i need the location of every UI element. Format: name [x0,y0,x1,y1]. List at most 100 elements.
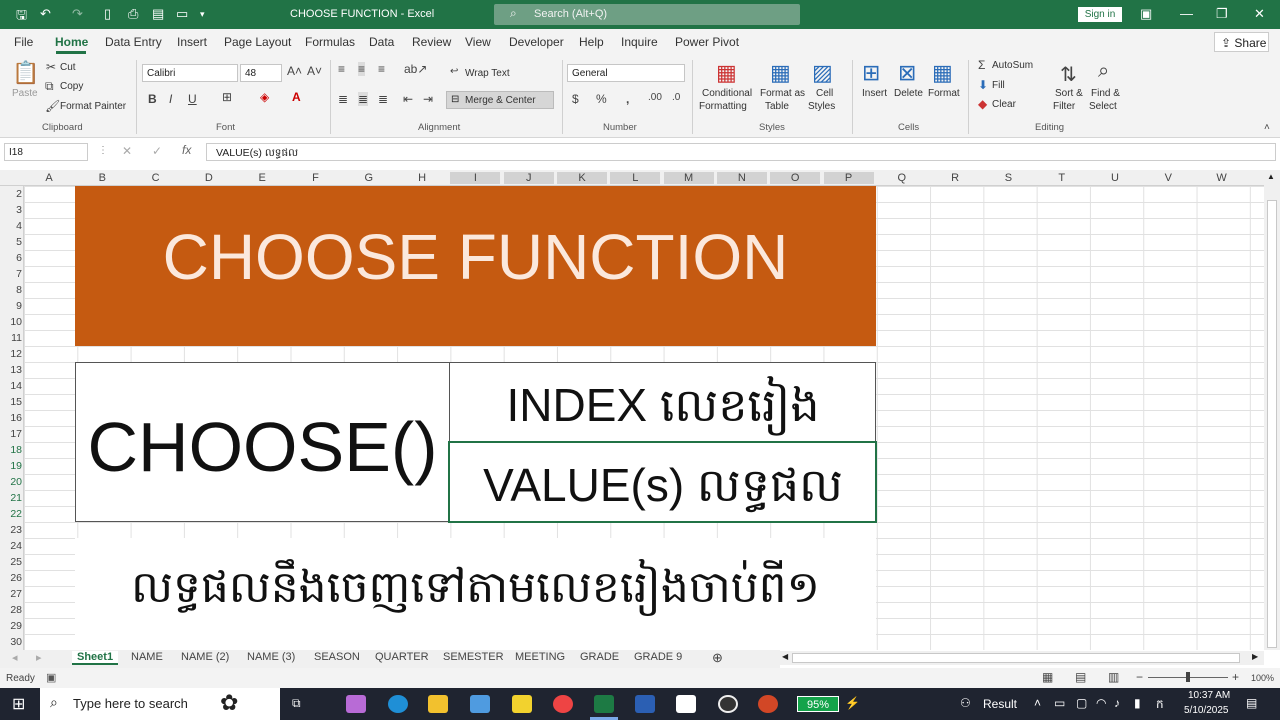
capcut-icon[interactable] [676,695,696,713]
new-file-icon[interactable]: ▯ [104,6,111,22]
normal-view-icon[interactable]: ▦ [1042,670,1053,684]
sheet-tab[interactable]: NAME (3) [247,651,295,663]
decrease-decimal-icon[interactable]: .0 [672,92,680,103]
column-header-v[interactable]: V [1143,172,1193,184]
copy-icon[interactable]: ⧉ [45,79,54,94]
sheet-tab[interactable]: SEMESTER [443,651,504,663]
font-color-icon[interactable]: A [292,90,301,104]
camera-icon[interactable]: ▭ [1054,696,1065,710]
conditional-label[interactable]: Conditional [702,88,752,99]
clock-date[interactable]: 5/10/2025 [1184,705,1229,716]
currency-icon[interactable]: $ [572,92,579,106]
formula-input[interactable]: VALUE(s) លទ្ធផល [206,143,1276,161]
volume-icon[interactable]: ♪ [1114,696,1120,710]
sheet-tab[interactable]: MEETING [515,651,565,663]
autosum-button[interactable]: AutoSum [992,60,1033,71]
fill-button[interactable]: Fill [992,80,1005,91]
row-header-28[interactable]: 28 [0,604,22,616]
insert-function-icon[interactable]: fx [182,143,191,157]
find-select-icon[interactable]: ⌕ [1098,60,1109,83]
tab-developer[interactable]: Developer [509,35,564,49]
sheet-tab[interactable]: SEASON [314,651,360,663]
comma-style-icon[interactable]: , [626,92,629,106]
sheet-tab[interactable]: NAME (2) [181,651,229,663]
styles-label[interactable]: Styles [808,101,835,112]
increase-font-icon[interactable]: A˄ [287,64,302,78]
cut-icon[interactable]: ✂ [46,60,56,74]
tab-page-layout[interactable]: Page Layout [224,35,291,49]
filter-label[interactable]: Filter [1053,101,1075,112]
row-header-12[interactable]: 12 [0,348,22,360]
cut-button[interactable]: Cut [60,62,76,73]
zoom-slider-thumb[interactable] [1186,672,1190,682]
column-header-l[interactable]: L [610,172,661,184]
formatting-label[interactable]: Formatting [699,101,747,112]
row-header-26[interactable]: 26 [0,572,22,584]
copilot-icon[interactable] [346,695,366,713]
row-header-27[interactable]: 27 [0,588,22,600]
tab-help[interactable]: Help [579,35,604,49]
row-header-21[interactable]: 21 [0,492,22,504]
wrap-text-icon[interactable]: ↩ [450,66,458,77]
column-header-i[interactable]: I [450,172,501,184]
column-header-w[interactable]: W [1197,172,1247,184]
align-middle-icon[interactable]: ≡ [358,62,366,76]
underline-icon[interactable]: U [188,92,197,106]
customize-qat-icon[interactable]: ▾ [200,9,205,20]
search-box[interactable]: ⌕ Search (Alt+Q) [494,4,800,25]
scroll-up-icon[interactable]: ▲ [1267,172,1275,181]
edge-icon[interactable] [388,695,408,713]
row-header-7[interactable]: 7 [0,268,22,280]
display-icon[interactable]: ▢ [1076,696,1087,710]
scroll-right-icon[interactable]: ▶ [1252,652,1258,661]
battery-indicator[interactable]: 95% [797,696,839,712]
row-header-15[interactable]: 15 [0,396,22,408]
sheet-tab[interactable]: GRADE 9 [634,651,682,663]
page-layout-icon[interactable]: ▤ [1075,670,1086,684]
wifi-icon[interactable]: ◠ [1096,696,1106,710]
italic-icon[interactable]: I [169,92,172,106]
column-header-t[interactable]: T [1037,172,1087,184]
column-header-e[interactable]: E [237,172,287,184]
column-header-a[interactable]: A [24,172,74,184]
cell-styles-icon[interactable]: ▨ [812,60,833,86]
column-header-c[interactable]: C [131,172,181,184]
vertical-scroll-thumb[interactable] [1267,200,1277,648]
word-icon[interactable] [635,695,655,713]
row-header-30[interactable]: 30 [0,636,22,648]
cell-label[interactable]: Cell [816,88,833,99]
sticky-notes-icon[interactable] [512,695,532,713]
column-header-j[interactable]: J [503,172,554,184]
row-header-19[interactable]: 19 [0,460,22,472]
column-header-n[interactable]: N [716,172,767,184]
taskbar-search[interactable]: ⌕ Type here to search ✿ [40,688,280,720]
decrease-font-icon[interactable]: A˅ [307,64,322,78]
column-header-s[interactable]: S [983,172,1033,184]
row-header-5[interactable]: 5 [0,236,22,248]
open-folder-icon[interactable]: ▭ [176,6,188,22]
file-explorer-icon[interactable] [428,695,448,713]
row-header-17[interactable]: 17 [0,428,22,440]
print-preview-icon[interactable]: ▤ [152,6,164,22]
format-painter-button[interactable]: Format Painter [60,101,126,112]
paste-icon[interactable]: 📋 [12,60,39,86]
delete-cells-icon[interactable]: ⊠ [898,60,916,86]
row-header-3[interactable]: 3 [0,204,22,216]
format-cells-button[interactable]: Format [928,88,960,99]
find-label[interactable]: Find & [1091,88,1120,99]
column-header-m[interactable]: M [663,172,714,184]
tab-inquire[interactable]: Inquire [621,35,658,49]
task-view-icon[interactable]: ⧉ [292,696,301,711]
row-header-22[interactable]: 22 [0,508,22,520]
redo-icon[interactable]: ↷ [72,6,83,22]
vertical-scrollbar[interactable]: ▲ [1264,170,1280,650]
tab-view[interactable]: View [465,35,491,49]
table-label[interactable]: Table [765,101,789,112]
insert-cells-button[interactable]: Insert [862,88,887,99]
tab-home[interactable]: Home [55,35,88,49]
result-icon[interactable]: ⚇ [960,696,971,710]
clock-time[interactable]: 10:37 AM [1188,690,1230,701]
sheet-tab[interactable]: NAME [131,651,163,663]
column-header-k[interactable]: K [557,172,607,184]
column-header-o[interactable]: O [770,172,821,184]
